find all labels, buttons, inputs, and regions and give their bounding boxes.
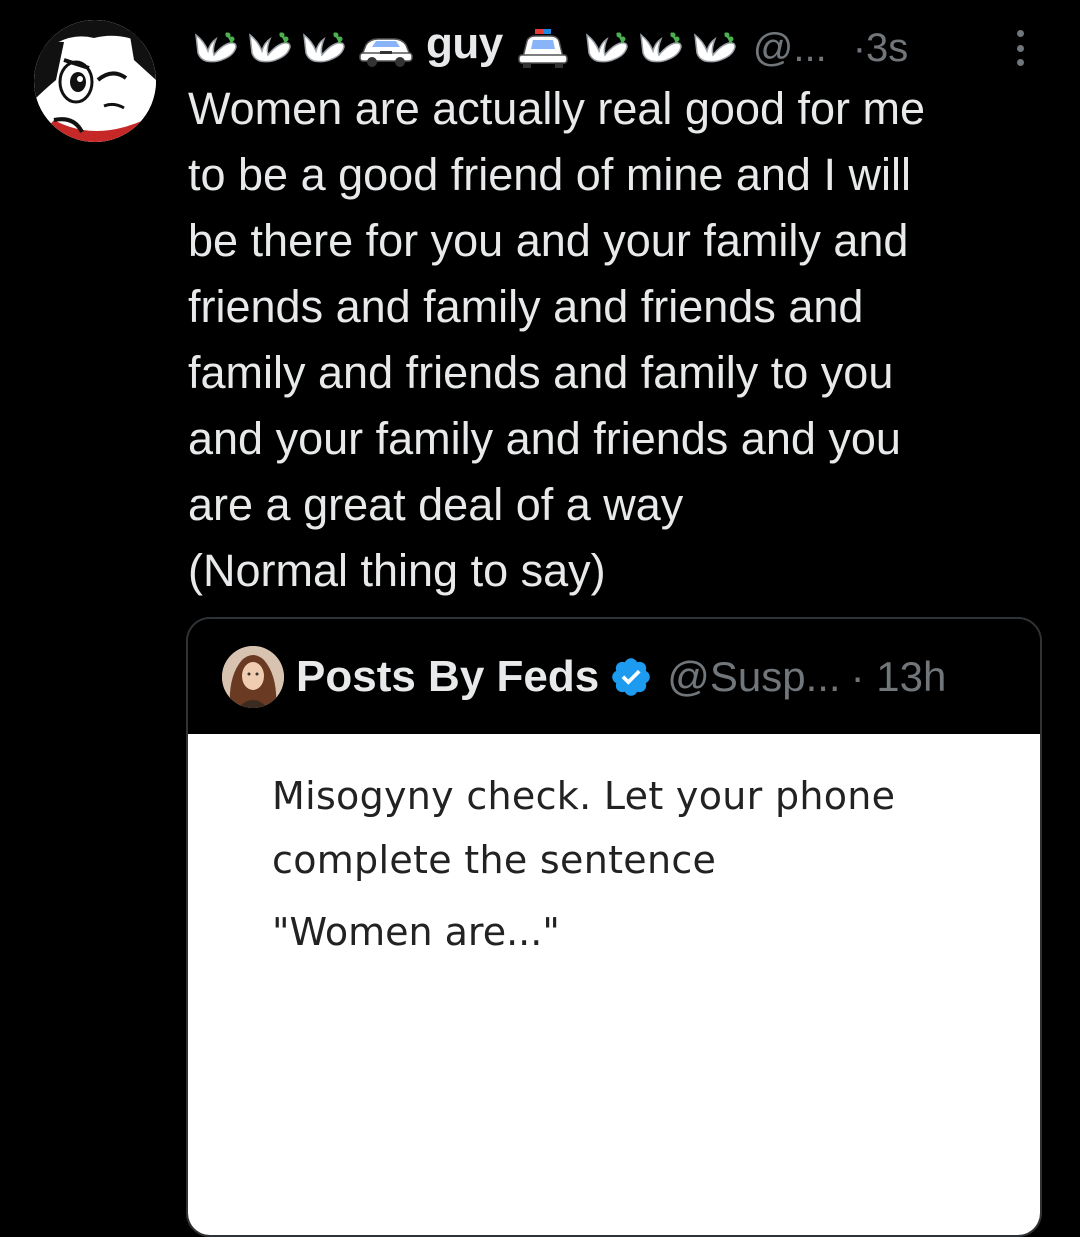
dove-icon xyxy=(303,32,345,63)
tweet-time: 3s xyxy=(866,25,909,70)
police-car-icon xyxy=(359,38,413,67)
quoted-tweet-timestamp[interactable]: · 13h xyxy=(851,653,947,701)
dove-icon xyxy=(693,32,736,63)
quoted-time-separator: · xyxy=(850,652,865,700)
quoted-time: 13h xyxy=(876,652,947,700)
media-text-line2: "Women are..." xyxy=(272,910,560,954)
avatar[interactable] xyxy=(34,20,156,142)
name-emojis-right xyxy=(509,25,739,71)
name-emojis-left xyxy=(190,25,420,71)
profile-photo-icon xyxy=(222,645,284,708)
quoted-tweet-media[interactable]: Misogyny check. Let your phone complete … xyxy=(188,734,1040,1235)
police-car-icon xyxy=(517,29,568,68)
verified-badge-icon xyxy=(612,657,651,696)
tweet-header: guy @... ·3s xyxy=(190,18,1050,78)
more-vertical-icon[interactable] xyxy=(1012,30,1028,66)
media-text-line1: Misogyny check. Let your phone complete … xyxy=(272,774,896,882)
quoted-author-avatar[interactable] xyxy=(222,645,284,708)
dove-icon xyxy=(639,32,682,63)
tweet-timestamp[interactable]: ·3s xyxy=(853,26,909,71)
quoted-author-handle[interactable]: @Susp... xyxy=(667,653,840,701)
tweet-text: Women are actually real good for me to b… xyxy=(188,83,926,596)
quoted-tweet-header: Posts By Feds @Susp... · 13h xyxy=(188,619,1040,734)
time-separator: · xyxy=(852,25,867,70)
dove-icon xyxy=(585,32,628,63)
dove-icon xyxy=(249,32,291,63)
cartoon-avatar-icon xyxy=(34,20,156,142)
author-display-name[interactable]: guy xyxy=(426,19,503,69)
quoted-author-display-name[interactable]: Posts By Feds xyxy=(296,652,599,702)
dove-icon xyxy=(195,32,237,63)
quoted-tweet-card[interactable]: Posts By Feds @Susp... · 13h Misogyny ch… xyxy=(186,617,1042,1237)
author-handle[interactable]: @... xyxy=(753,26,827,71)
